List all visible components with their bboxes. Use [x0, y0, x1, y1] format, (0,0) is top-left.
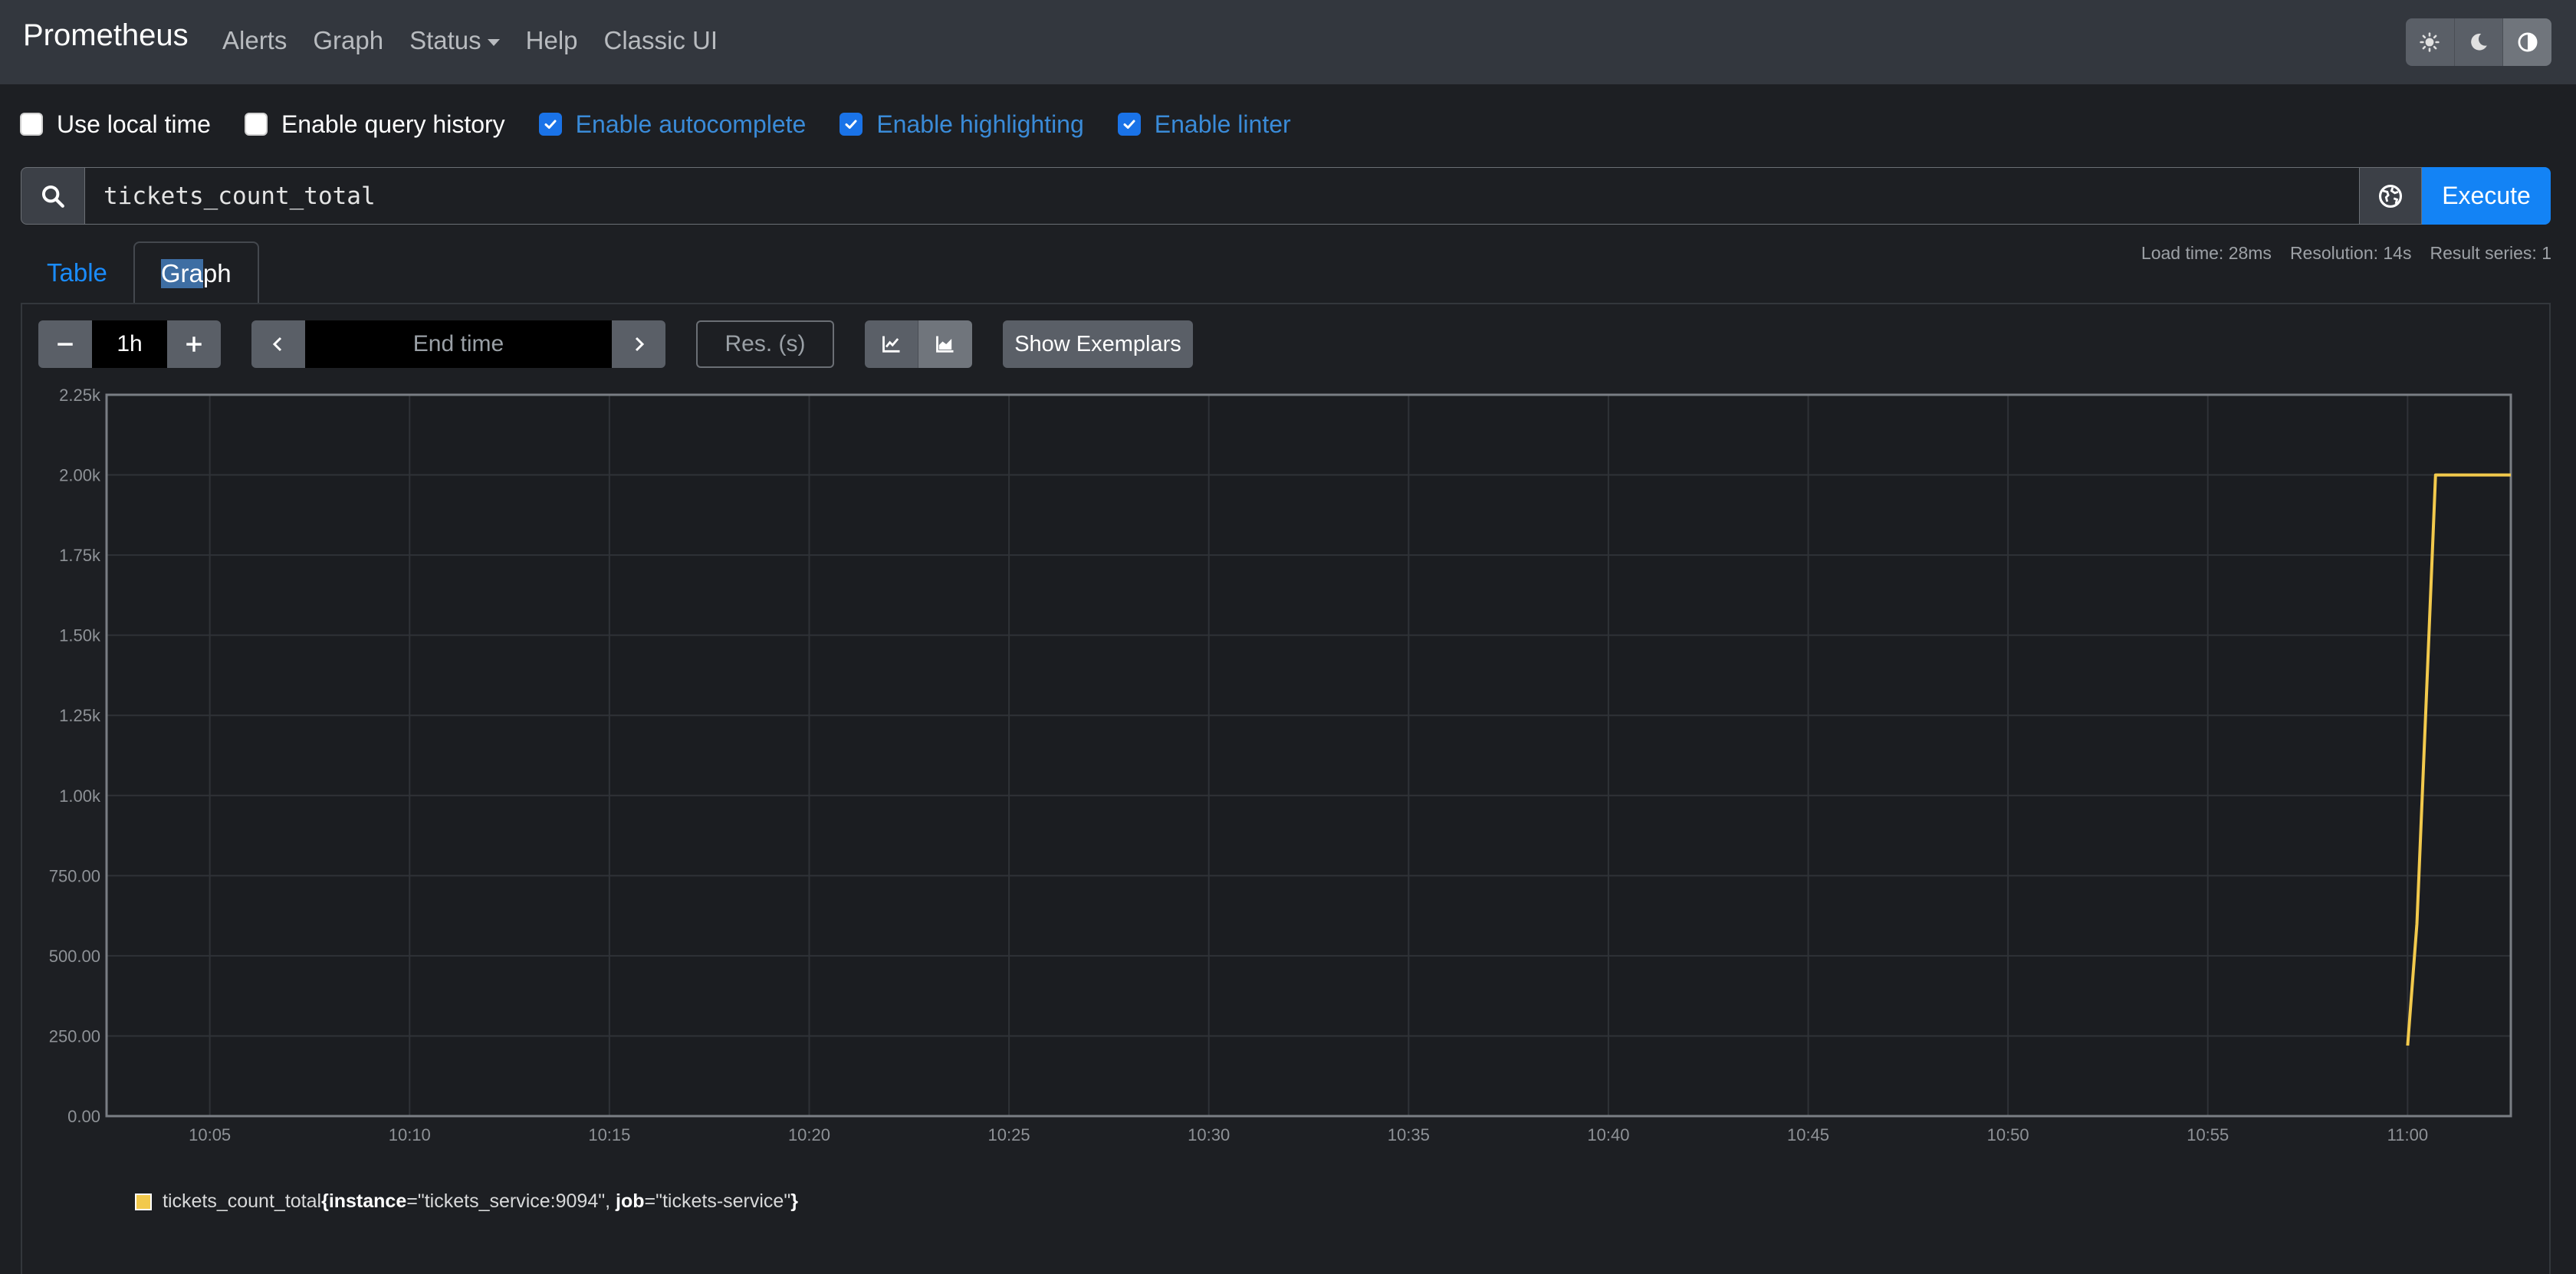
- query-options: Use local time Enable query history Enab…: [20, 107, 1325, 141]
- search-icon-box: [21, 167, 85, 225]
- checkbox-query-history[interactable]: [244, 113, 268, 136]
- sun-icon: [2420, 32, 2440, 52]
- line-chart-icon: [882, 336, 899, 353]
- chart-type-toggle: [865, 320, 972, 368]
- resolution-control: Res. (s): [696, 320, 834, 368]
- minus-icon: [58, 343, 73, 346]
- metrics-explorer-button[interactable]: [2359, 167, 2422, 225]
- range-control: 1h: [38, 320, 221, 368]
- result-tabs: Table Gra ph: [21, 241, 259, 304]
- tab-graph-selected-text: Gra: [160, 259, 203, 288]
- increase-range-button[interactable]: [167, 320, 221, 368]
- end-time-control: End time: [251, 320, 665, 368]
- option-linter[interactable]: Enable linter: [1117, 110, 1291, 139]
- checkbox-linter[interactable]: [1117, 113, 1141, 136]
- expression-input[interactable]: tickets_count_total: [85, 167, 2359, 225]
- stacked-chart-button[interactable]: [918, 320, 972, 368]
- exemplars-control: Show Exemplars: [1003, 320, 1193, 368]
- moon-icon: [2471, 33, 2487, 51]
- result-series-stat: Result series: 1: [2430, 243, 2551, 263]
- legend-brace-close: }: [790, 1190, 798, 1212]
- range-input[interactable]: 1h: [92, 320, 167, 368]
- legend-job-value: ="tickets-service": [644, 1190, 791, 1212]
- graph-panel: [21, 303, 2551, 1274]
- nav-links: Alerts Graph Status Help Classic UI: [222, 26, 744, 55]
- legend-instance-key: instance: [328, 1190, 407, 1212]
- dark-theme-button[interactable]: [2454, 18, 2504, 66]
- nav-classic-ui[interactable]: Classic UI: [604, 26, 718, 55]
- check-icon: [1123, 120, 1135, 129]
- checkbox-highlighting[interactable]: [840, 113, 863, 136]
- series-color-swatch: [135, 1193, 152, 1210]
- next-time-button[interactable]: [612, 320, 665, 368]
- resolution-stat: Resolution: 14s: [2289, 243, 2412, 263]
- theme-switcher: [2406, 18, 2551, 66]
- load-time: Load time: 28ms: [2141, 243, 2272, 263]
- option-autocomplete[interactable]: Enable autocomplete: [538, 110, 807, 139]
- chevron-down-icon: [487, 38, 500, 46]
- legend-brace-open: {: [321, 1190, 329, 1212]
- plus-icon: [186, 337, 202, 352]
- tab-graph[interactable]: Gra ph: [133, 241, 259, 304]
- tab-table[interactable]: Table: [21, 241, 133, 304]
- nav-status-dropdown[interactable]: Status: [409, 26, 500, 55]
- option-highlighting[interactable]: Enable highlighting: [840, 110, 1084, 139]
- auto-theme-button[interactable]: [2503, 18, 2551, 66]
- chevron-left-icon: [272, 337, 282, 352]
- nav-status-label: Status: [409, 26, 481, 54]
- option-label: Enable query history: [281, 110, 505, 138]
- legend-job-key: job: [616, 1190, 645, 1212]
- option-use-local-time[interactable]: Use local time: [20, 110, 211, 139]
- tab-graph-text: ph: [202, 259, 232, 287]
- query-stats: Load time: 28ms Resolution: 14s Result s…: [2141, 243, 2551, 264]
- option-label: Use local time: [57, 110, 211, 138]
- option-label: Enable autocomplete: [575, 110, 807, 138]
- expression-bar: tickets_count_total Execute: [21, 167, 2551, 225]
- chart-legend[interactable]: tickets_count_total{instance ="tickets_se…: [135, 1190, 798, 1213]
- globe-icon: [2378, 184, 2403, 208]
- option-label: Enable highlighting: [876, 110, 1084, 138]
- checkbox-use-local-time[interactable]: [20, 113, 43, 136]
- brand-logo[interactable]: Prometheus: [23, 18, 189, 53]
- top-navbar: Prometheus Alerts Graph Status Help Clas…: [0, 0, 2576, 84]
- area-chart-icon: [936, 336, 954, 353]
- contrast-icon: [2518, 32, 2538, 52]
- end-time-input[interactable]: End time: [305, 320, 612, 368]
- nav-graph[interactable]: Graph: [313, 26, 383, 55]
- option-label: Enable linter: [1154, 110, 1291, 138]
- check-icon: [845, 120, 857, 129]
- unstacked-chart-button[interactable]: [865, 320, 918, 368]
- check-icon: [544, 120, 557, 129]
- execute-button[interactable]: Execute: [2422, 167, 2551, 225]
- search-icon: [41, 185, 64, 208]
- decrease-range-button[interactable]: [38, 320, 92, 368]
- nav-help[interactable]: Help: [526, 26, 578, 55]
- option-query-history[interactable]: Enable query history: [244, 110, 505, 139]
- legend-instance-value: ="tickets_service:9094",: [406, 1190, 616, 1212]
- chevron-right-icon: [635, 337, 645, 352]
- nav-alerts[interactable]: Alerts: [222, 26, 287, 55]
- legend-metric: tickets_count_total: [163, 1190, 322, 1212]
- light-theme-button[interactable]: [2406, 18, 2455, 66]
- show-exemplars-button[interactable]: Show Exemplars: [1003, 320, 1193, 368]
- resolution-input[interactable]: Res. (s): [696, 320, 834, 368]
- checkbox-autocomplete[interactable]: [538, 113, 562, 136]
- previous-time-button[interactable]: [251, 320, 305, 368]
